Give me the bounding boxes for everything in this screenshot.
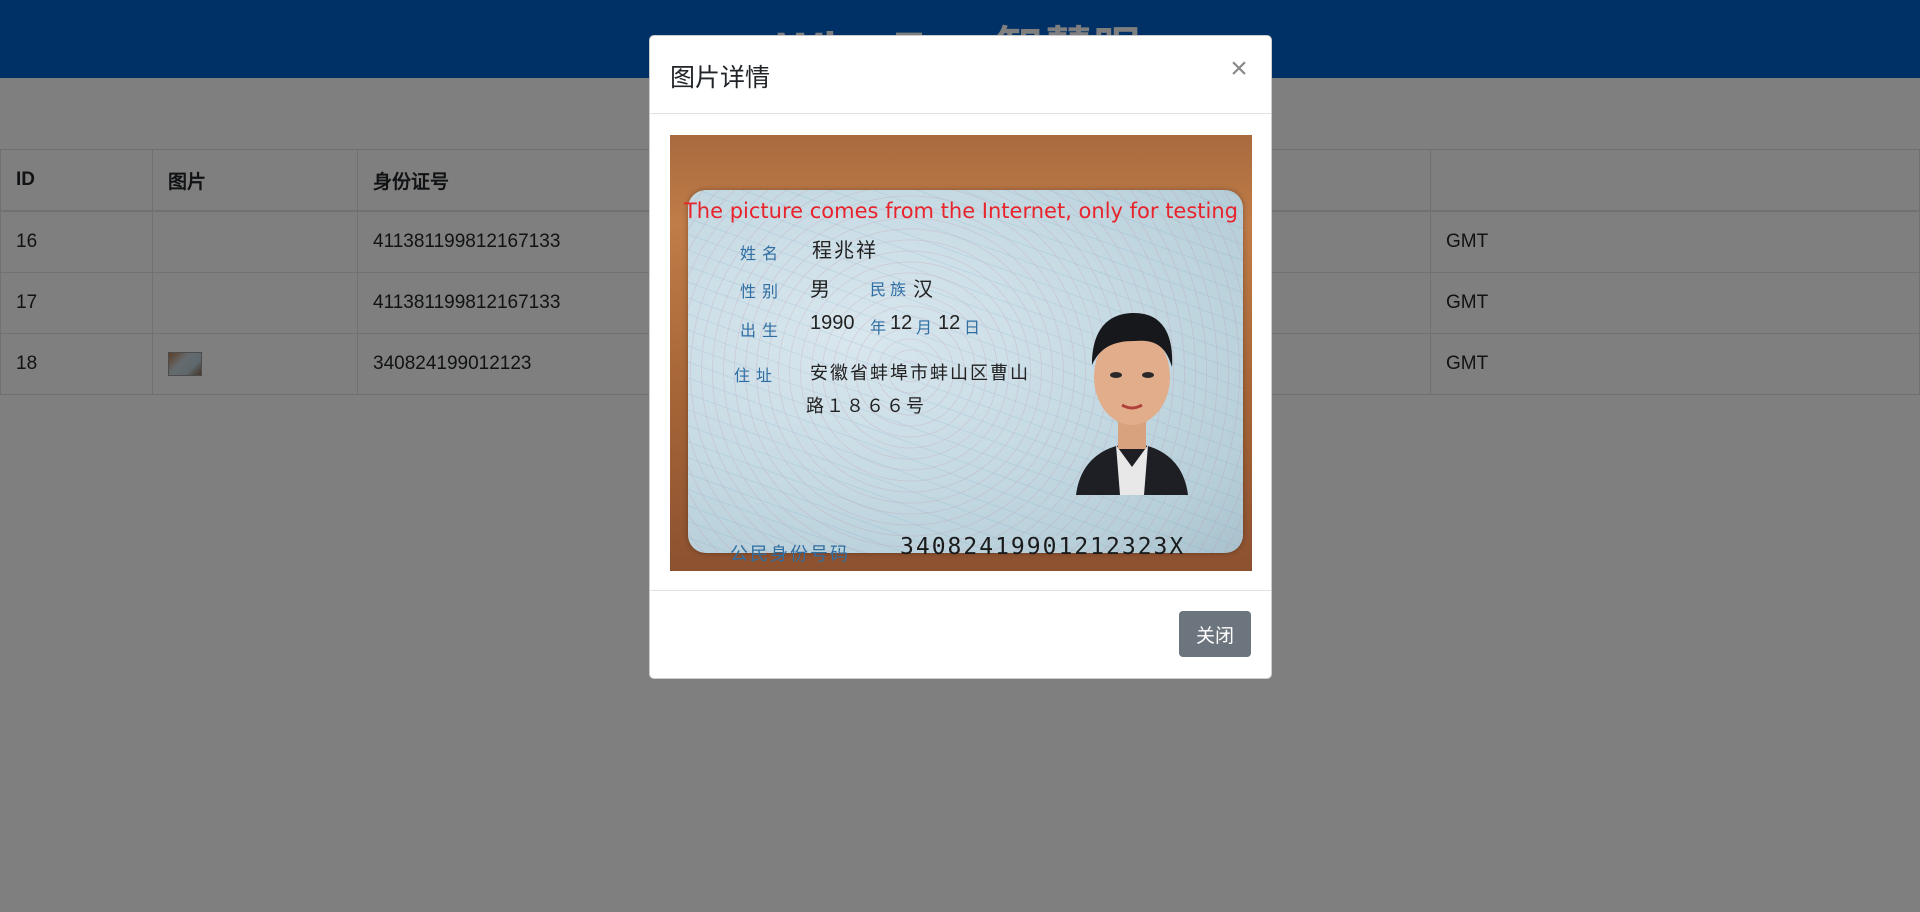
id-card-image: 姓名 程兆祥 性别 男 民族 汉 出生 1990 年 12 月 12 日 住址 … — [670, 135, 1252, 571]
name-label: 姓名 — [740, 246, 785, 263]
id-number-value: 34082419901212323X — [900, 534, 1186, 560]
ethnicity-value: 汉 — [913, 279, 933, 301]
modal-header: 图片详情 × — [650, 36, 1271, 114]
address-label: 住址 — [734, 368, 779, 385]
birth-label: 出生 — [740, 323, 785, 340]
close-button[interactable]: 关闭 — [1179, 611, 1251, 657]
image-detail-modal: 图片详情 × 姓名 程兆祥 性别 男 民族 汉 出生 1990 年 12 月 1… — [649, 35, 1272, 679]
test-watermark: The picture comes from the Internet, onl… — [683, 199, 1238, 223]
ethnicity-label: 民族 — [870, 282, 911, 299]
modal-footer: 关闭 — [650, 590, 1271, 678]
name-value: 程兆祥 — [812, 240, 878, 262]
id-card: 姓名 程兆祥 性别 男 民族 汉 出生 1990 年 12 月 12 日 住址 … — [688, 190, 1243, 564]
close-icon[interactable]: × — [1227, 54, 1251, 84]
modal-body: 姓名 程兆祥 性别 男 民族 汉 出生 1990 年 12 月 12 日 住址 … — [670, 135, 1252, 571]
birth-year: 1990 — [810, 312, 855, 334]
day-char: 日 — [964, 320, 981, 337]
address-line-2: 路１８６６号 — [806, 396, 926, 416]
modal-title: 图片详情 — [670, 64, 771, 92]
birth-month: 12 — [890, 312, 913, 334]
portrait-photo — [1056, 295, 1208, 495]
sex-value: 男 — [810, 279, 830, 301]
sex-label: 性别 — [740, 284, 785, 301]
address-line-1: 安徽省蚌埠市蚌山区曹山 — [810, 363, 1030, 383]
portrait-drawing — [1076, 313, 1188, 495]
id-number-label: 公民身份号码 — [730, 544, 850, 564]
birth-day: 12 — [938, 312, 961, 334]
year-char: 年 — [870, 320, 887, 337]
month-char: 月 — [916, 320, 933, 337]
